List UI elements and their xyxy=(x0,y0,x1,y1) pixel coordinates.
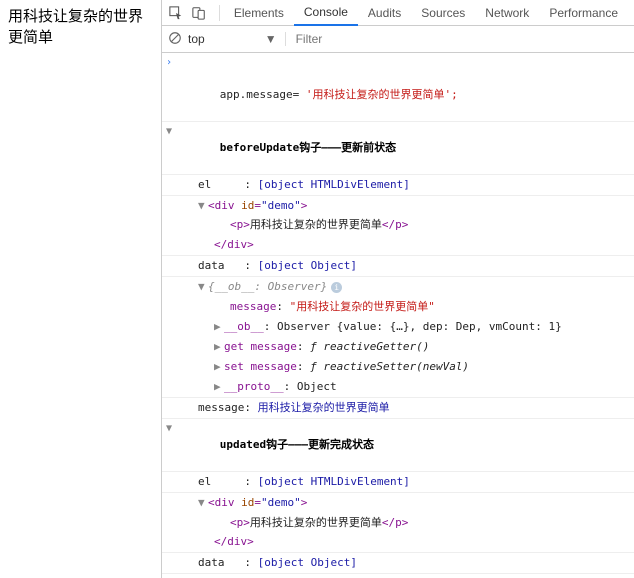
expand-icon: ▶ xyxy=(214,359,224,375)
console-output[interactable]: › app.message= '用科技让复杂的世界更简单'; ▼ beforeUp… xyxy=(162,53,634,578)
console-line[interactable]: ▼<div id="demo"> xyxy=(162,493,634,513)
console-line: <p>用科技让复杂的世界更简单</p> xyxy=(162,513,634,533)
console-group-header[interactable]: ▼ updated钩子———更新完成状态 xyxy=(162,419,634,472)
clear-console-icon[interactable] xyxy=(168,31,182,48)
console-line[interactable]: ▶__ob__: Observer {value: {…}, dep: Dep,… xyxy=(162,317,634,337)
observer-head: {__ob__: Observer} xyxy=(208,280,327,293)
console-line: data : [object Object] xyxy=(162,553,634,574)
tab-network[interactable]: Network xyxy=(475,1,539,25)
console-toolbar: top ▼ xyxy=(162,26,634,53)
divider xyxy=(219,5,220,21)
tab-console[interactable]: Console xyxy=(294,0,358,26)
group-title: beforeUpdate钩子———更新前状态 xyxy=(220,141,396,154)
console-line: message: "用科技让复杂的世界更简单" xyxy=(162,297,634,317)
inspect-icon[interactable] xyxy=(168,5,183,21)
input-expr-lhs: app.message= xyxy=(220,88,299,101)
expand-icon: ▶ xyxy=(214,379,224,395)
group-title: updated钩子———更新完成状态 xyxy=(220,438,374,451)
info-icon: i xyxy=(331,282,342,293)
console-line[interactable]: ▼{__ob__: Observer}i xyxy=(162,574,634,578)
el-value: [object HTMLDivElement] xyxy=(258,178,410,191)
context-label: top xyxy=(188,32,205,46)
console-line[interactable]: ▶set message: ƒ reactiveSetter(newVal) xyxy=(162,357,634,377)
input-chevron-icon: › xyxy=(166,56,172,71)
page-content: 用科技让复杂的世界更简单 xyxy=(0,0,162,578)
console-line[interactable]: ▼{__ob__: Observer} i xyxy=(162,277,634,297)
collapse-icon: ▼ xyxy=(166,422,172,437)
device-icon[interactable] xyxy=(191,5,206,21)
tab-elements[interactable]: Elements xyxy=(224,1,294,25)
console-line: <p>用科技让复杂的世界更简单</p> xyxy=(162,215,634,235)
data-value: [object Object] xyxy=(258,259,357,272)
data-label: data xyxy=(198,556,225,569)
context-selector[interactable]: top ▼ xyxy=(188,32,286,46)
console-line: el : [object HTMLDivElement] xyxy=(162,175,634,196)
console-line[interactable]: ▶__proto__: Object xyxy=(162,377,634,398)
el-value: [object HTMLDivElement] xyxy=(258,475,410,488)
tab-audits[interactable]: Audits xyxy=(358,1,411,25)
tab-performance[interactable]: Performance xyxy=(539,1,628,25)
tab-sources[interactable]: Sources xyxy=(411,1,475,25)
console-line: </div> xyxy=(162,532,634,553)
chevron-down-icon: ▼ xyxy=(265,32,277,46)
console-line: message: 用科技让复杂的世界更简单 xyxy=(162,398,634,419)
console-input-line: › app.message= '用科技让复杂的世界更简单'; xyxy=(162,53,634,122)
page-text: 用科技让复杂的世界更简单 xyxy=(8,6,153,48)
devtools-tabs: Elements Console Audits Sources Network … xyxy=(224,0,628,26)
data-label: data xyxy=(198,259,225,272)
console-line[interactable]: ▼<div id="demo"> xyxy=(162,196,634,216)
p-text: 用科技让复杂的世界更简单 xyxy=(250,218,382,231)
expand-icon: ▼ xyxy=(198,495,208,511)
devtools-topbar: Elements Console Audits Sources Network … xyxy=(162,0,634,26)
console-line: </div> xyxy=(162,235,634,256)
devtools-panel: Elements Console Audits Sources Network … xyxy=(162,0,634,578)
el-label: el xyxy=(198,475,211,488)
collapse-icon: ▼ xyxy=(166,125,172,140)
console-group-header[interactable]: ▼ beforeUpdate钩子———更新前状态 xyxy=(162,122,634,175)
console-line: el : [object HTMLDivElement] xyxy=(162,472,634,493)
el-label: el xyxy=(198,178,211,191)
expand-icon: ▼ xyxy=(198,198,208,214)
filter-input[interactable] xyxy=(292,30,628,48)
data-value: [object Object] xyxy=(258,556,357,569)
expand-icon: ▶ xyxy=(214,319,224,335)
p-text: 用科技让复杂的世界更简单 xyxy=(250,516,382,529)
console-line: data : [object Object] xyxy=(162,256,634,277)
input-expr-rhs: '用科技让复杂的世界更简单' xyxy=(306,88,451,101)
console-line[interactable]: ▶get message: ƒ reactiveGetter() xyxy=(162,337,634,357)
expand-icon: ▶ xyxy=(214,339,224,355)
expand-icon: ▼ xyxy=(198,279,208,295)
